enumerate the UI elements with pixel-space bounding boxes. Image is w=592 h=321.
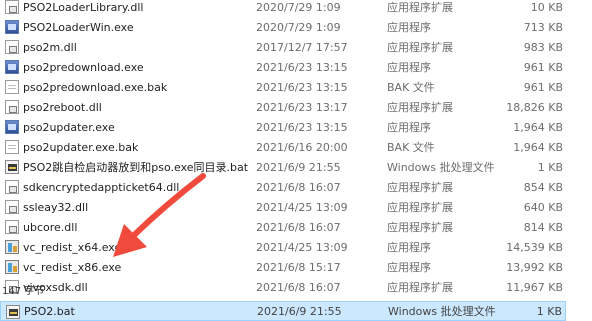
file-date: 2021/6/9 21:55	[257, 304, 342, 318]
file-name: PSO2.bat	[24, 304, 75, 318]
bat-icon	[6, 305, 20, 319]
status-bar-text: 147 字节	[2, 286, 45, 297]
file-size: 1 KB	[536, 304, 562, 318]
file-type: Windows 批处理文件	[388, 305, 496, 318]
arrow-shaft	[128, 173, 206, 241]
file-row[interactable]: PSO2.bat 2021/6/9 21:55 Windows 批处理文件 1 KB	[0, 301, 566, 321]
red-arrow-annotation	[113, 173, 206, 257]
